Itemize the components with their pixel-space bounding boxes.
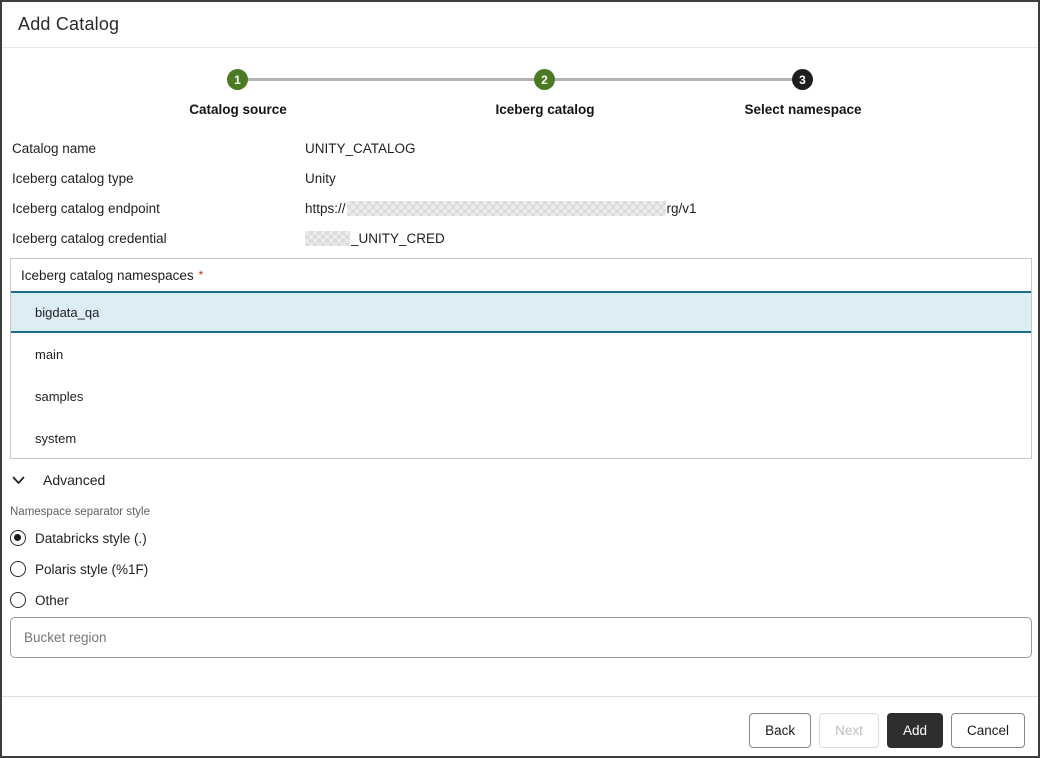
field-catalog-credential: Iceberg catalog credential _UNITY_CRED xyxy=(12,223,1028,253)
back-button[interactable]: Back xyxy=(749,713,811,748)
field-value: Unity xyxy=(305,171,336,186)
advanced-toggle[interactable]: Advanced xyxy=(10,469,105,491)
list-item-label: main xyxy=(35,347,63,362)
next-button[interactable]: Next xyxy=(819,713,879,748)
radio-unselected-icon[interactable] xyxy=(10,592,26,608)
credential-suffix: _UNITY_CRED xyxy=(351,231,445,246)
redacted-value xyxy=(347,201,666,216)
radio-label: Polaris style (%1F) xyxy=(35,562,148,577)
radio-other-style[interactable]: Other xyxy=(10,591,69,609)
advanced-label: Advanced xyxy=(43,472,105,488)
field-label: Iceberg catalog credential xyxy=(12,231,305,246)
footer-divider xyxy=(2,696,1038,697)
endpoint-suffix: rg/v1 xyxy=(667,201,697,216)
radio-selected-icon[interactable] xyxy=(10,530,26,546)
page-title: Add Catalog xyxy=(18,14,119,35)
field-label: Iceberg catalog type xyxy=(12,171,305,186)
list-item-label: bigdata_qa xyxy=(35,305,99,320)
namespace-option-system[interactable]: system xyxy=(11,417,1031,459)
dialog-header: Add Catalog xyxy=(2,2,1038,48)
field-catalog-endpoint: Iceberg catalog endpoint https:// rg/v1 xyxy=(12,193,1028,223)
namespace-list-title: Iceberg catalog namespaces xyxy=(21,268,194,283)
required-marker: * xyxy=(199,268,204,282)
namespace-list-header: Iceberg catalog namespaces * xyxy=(11,259,1031,291)
namespace-option-main[interactable]: main xyxy=(11,333,1031,375)
chevron-down-icon xyxy=(12,476,25,485)
footer-actions: Back Next Add Cancel xyxy=(749,713,1025,748)
bucket-region-input[interactable] xyxy=(10,617,1032,658)
radio-unselected-icon[interactable] xyxy=(10,561,26,577)
cancel-button[interactable]: Cancel xyxy=(951,713,1025,748)
radio-label: Other xyxy=(35,593,69,608)
namespace-separator-group-label: Namespace separator style xyxy=(10,506,150,518)
field-value: UNITY_CATALOG xyxy=(305,141,416,156)
namespace-list-panel: Iceberg catalog namespaces * bigdata_qa … xyxy=(10,258,1032,459)
radio-databricks-style[interactable]: Databricks style (.) xyxy=(10,529,147,547)
step-2-label: Iceberg catalog xyxy=(420,102,670,117)
summary-fields: Catalog name UNITY_CATALOG Iceberg catal… xyxy=(12,133,1028,253)
step-3-indicator: 3 xyxy=(792,69,813,90)
field-value: _UNITY_CRED xyxy=(305,231,445,246)
add-catalog-dialog: Add Catalog 1 Catalog source 2 Iceberg c… xyxy=(0,0,1040,758)
list-item-label: samples xyxy=(35,389,83,404)
stepper-connector-line xyxy=(236,78,801,81)
radio-label: Databricks style (.) xyxy=(35,531,147,546)
endpoint-prefix: https:// xyxy=(305,201,346,216)
radio-polaris-style[interactable]: Polaris style (%1F) xyxy=(10,560,148,578)
step-1-label: Catalog source xyxy=(113,102,363,117)
add-button[interactable]: Add xyxy=(887,713,943,748)
field-label: Catalog name xyxy=(12,141,305,156)
field-catalog-type: Iceberg catalog type Unity xyxy=(12,163,1028,193)
field-value: https:// rg/v1 xyxy=(305,201,697,216)
field-catalog-name: Catalog name UNITY_CATALOG xyxy=(12,133,1028,163)
namespace-option-samples[interactable]: samples xyxy=(11,375,1031,417)
step-2-indicator: 2 xyxy=(534,69,555,90)
step-1-indicator: 1 xyxy=(227,69,248,90)
namespace-option-bigdata_qa[interactable]: bigdata_qa xyxy=(11,291,1031,333)
redacted-value xyxy=(305,231,350,246)
field-label: Iceberg catalog endpoint xyxy=(12,201,305,216)
list-item-label: system xyxy=(35,431,76,446)
step-3-label: Select namespace xyxy=(678,102,928,117)
wizard-stepper: 1 Catalog source 2 Iceberg catalog 3 Sel… xyxy=(2,49,1038,121)
